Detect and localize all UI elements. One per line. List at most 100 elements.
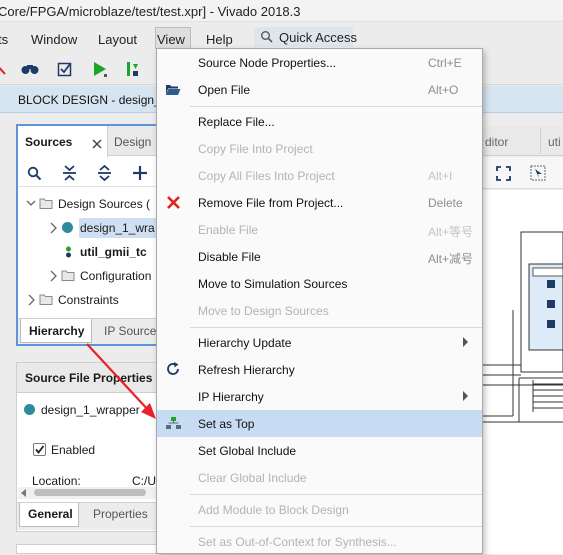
submenu-arrow-icon — [463, 337, 468, 347]
check-icon[interactable] — [57, 61, 73, 77]
menu-item-shortcut: Alt+等号 — [428, 225, 474, 239]
menu-item-shortcut: Delete — [428, 196, 463, 210]
source-file-properties-title: Source File Properties — [25, 371, 153, 385]
menu-item-label: Copy All Files Into Project — [198, 169, 335, 183]
chevron-right-icon[interactable] — [48, 222, 58, 234]
fit-view-icon[interactable] — [496, 166, 511, 181]
menu-item-ip-hierarchy[interactable]: IP Hierarchy — [157, 383, 482, 410]
search-icon — [261, 31, 273, 43]
menu-item-refresh-hierarchy[interactable]: Refresh Hierarchy — [157, 356, 482, 383]
menu-item-label: Hierarchy Update — [198, 336, 292, 350]
chevron-down-icon[interactable] — [26, 198, 36, 208]
menu-item-clear-global-include[interactable]: Clear Global Include — [157, 464, 482, 491]
menu-separator — [190, 526, 482, 527]
menu-item-shortcut: Alt+减号 — [428, 252, 474, 266]
tree-design-sources[interactable]: Design Sources ( — [58, 197, 150, 211]
menu-item-label: Replace File... — [198, 115, 275, 129]
menu-item-label: Disable File — [198, 250, 261, 264]
menu-item-set-ooc[interactable]: Set as Out-of-Context for Synthesis... — [157, 528, 482, 555]
menu-item-label: Clear Global Include — [198, 471, 307, 485]
tab-ip-sources-label[interactable]: IP Source — [104, 324, 156, 338]
menu-item-copy-all-files[interactable]: Copy All Files Into Project Alt+I — [157, 162, 482, 189]
menu-item-open-file[interactable]: Open File Alt+O — [157, 76, 482, 103]
block-design-title: BLOCK DESIGN - design_ — [18, 93, 161, 107]
menu-item-label: Set as Top — [198, 417, 255, 431]
block-diagram-canvas[interactable] — [483, 190, 563, 554]
submenu-arrow-icon — [463, 391, 468, 401]
menu-item-copy-file-into-project[interactable]: Copy File Into Project — [157, 135, 482, 162]
menu-item-move-to-design[interactable]: Move to Design Sources — [157, 297, 482, 324]
menu-separator — [190, 106, 482, 107]
menu-help[interactable]: Help — [206, 32, 233, 47]
bd-file-icon — [62, 222, 73, 233]
tab-util-label[interactable]: uti — [548, 135, 561, 149]
remove-x-icon — [167, 196, 180, 209]
menu-item-set-global-include[interactable]: Set Global Include — [157, 437, 482, 464]
folder-icon — [39, 294, 53, 305]
menu-item-label: Enable File — [198, 223, 259, 237]
add-icon[interactable] — [132, 165, 148, 181]
tree-util-gmii[interactable]: util_gmii_tc — [80, 245, 147, 259]
menu-layout[interactable]: Layout — [98, 32, 137, 47]
close-icon[interactable] — [92, 139, 102, 149]
tab-hierarchy-label: Hierarchy — [29, 324, 85, 338]
tree-design-wrapper[interactable]: design_1_wra — [80, 221, 155, 235]
menu-item-enable-file[interactable]: Enable File Alt+等号 — [157, 216, 482, 243]
tab-properties-label[interactable]: Properties — [93, 507, 148, 521]
checkmark-icon — [35, 445, 45, 454]
run-icon[interactable] — [91, 60, 109, 78]
scroll-left-icon[interactable] — [20, 489, 28, 497]
menu-item-label: Remove File from Project... — [198, 196, 344, 210]
menu-separator — [190, 327, 482, 328]
menu-window[interactable]: Window — [31, 32, 77, 47]
location-value: C:/U — [132, 474, 156, 488]
diagram-toolbar — [483, 157, 563, 189]
menu-item-shortcut: Alt+O — [428, 83, 459, 97]
program-device-icon[interactable] — [124, 60, 140, 78]
menu-item-shortcut: Ctrl+E — [428, 56, 462, 70]
bottom-panel-edge — [16, 544, 161, 554]
folder-icon — [61, 270, 75, 281]
tree-constraints[interactable]: Constraints — [58, 293, 119, 307]
tab-general-label: General — [28, 507, 73, 521]
select-area-icon[interactable] — [530, 165, 546, 181]
binoculars-icon[interactable] — [21, 62, 39, 76]
enabled-label: Enabled — [51, 443, 96, 457]
menu-item-hierarchy-update[interactable]: Hierarchy Update — [157, 329, 482, 356]
tree-configuration[interactable]: Configuration — [80, 269, 151, 283]
menu-item-label: Move to Design Sources — [198, 304, 329, 318]
menu-item-set-as-top[interactable]: Set as Top — [157, 410, 482, 437]
menu-item-replace-file[interactable]: Replace File... — [157, 108, 482, 135]
menu-item-shortcut: Alt+I — [428, 169, 453, 183]
block-diagram-wires — [483, 231, 563, 423]
menu-item-label: Source Node Properties... — [198, 56, 337, 70]
scrollbar-thumb[interactable] — [34, 489, 146, 496]
menu-item-label: Set Global Include — [198, 444, 297, 458]
window-title: Core/FPGA/microblaze/test/test.xpr] - Vi… — [0, 4, 301, 19]
enabled-checkbox[interactable] — [33, 443, 46, 456]
properties-file-name: design_1_wrapper — [41, 403, 140, 417]
chevron-right-icon[interactable] — [48, 270, 58, 282]
verilog-file-icon — [66, 246, 71, 258]
stop-icon[interactable] — [0, 62, 6, 76]
quick-access-label: Quick Access — [279, 30, 358, 45]
menu-view[interactable]: View — [157, 32, 185, 47]
chevron-right-icon[interactable] — [26, 294, 36, 306]
search-icon[interactable] — [27, 166, 42, 181]
refresh-icon — [167, 362, 179, 375]
menu-item-source-node-properties[interactable]: Source Node Properties... Ctrl+E — [157, 49, 482, 76]
open-folder-icon — [166, 85, 181, 95]
expand-all-icon[interactable] — [97, 165, 112, 181]
tab-design-label[interactable]: Design — [114, 135, 151, 149]
menu-item-disable-file[interactable]: Disable File Alt+减号 — [157, 243, 482, 270]
hierarchy-top-icon — [166, 417, 181, 429]
collapse-all-icon[interactable] — [62, 165, 77, 181]
menu-tools[interactable]: ts — [0, 32, 8, 47]
menu-item-move-to-simulation[interactable]: Move to Simulation Sources — [157, 270, 482, 297]
menu-item-label: Refresh Hierarchy — [198, 363, 295, 377]
menu-item-label: IP Hierarchy — [198, 390, 264, 404]
menu-item-remove-file[interactable]: Remove File from Project... Delete — [157, 189, 482, 216]
tab-editor-label[interactable]: ditor — [485, 135, 508, 149]
menu-item-add-module-to-bd[interactable]: Add Module to Block Design — [157, 496, 482, 523]
bd-file-icon — [24, 404, 35, 415]
